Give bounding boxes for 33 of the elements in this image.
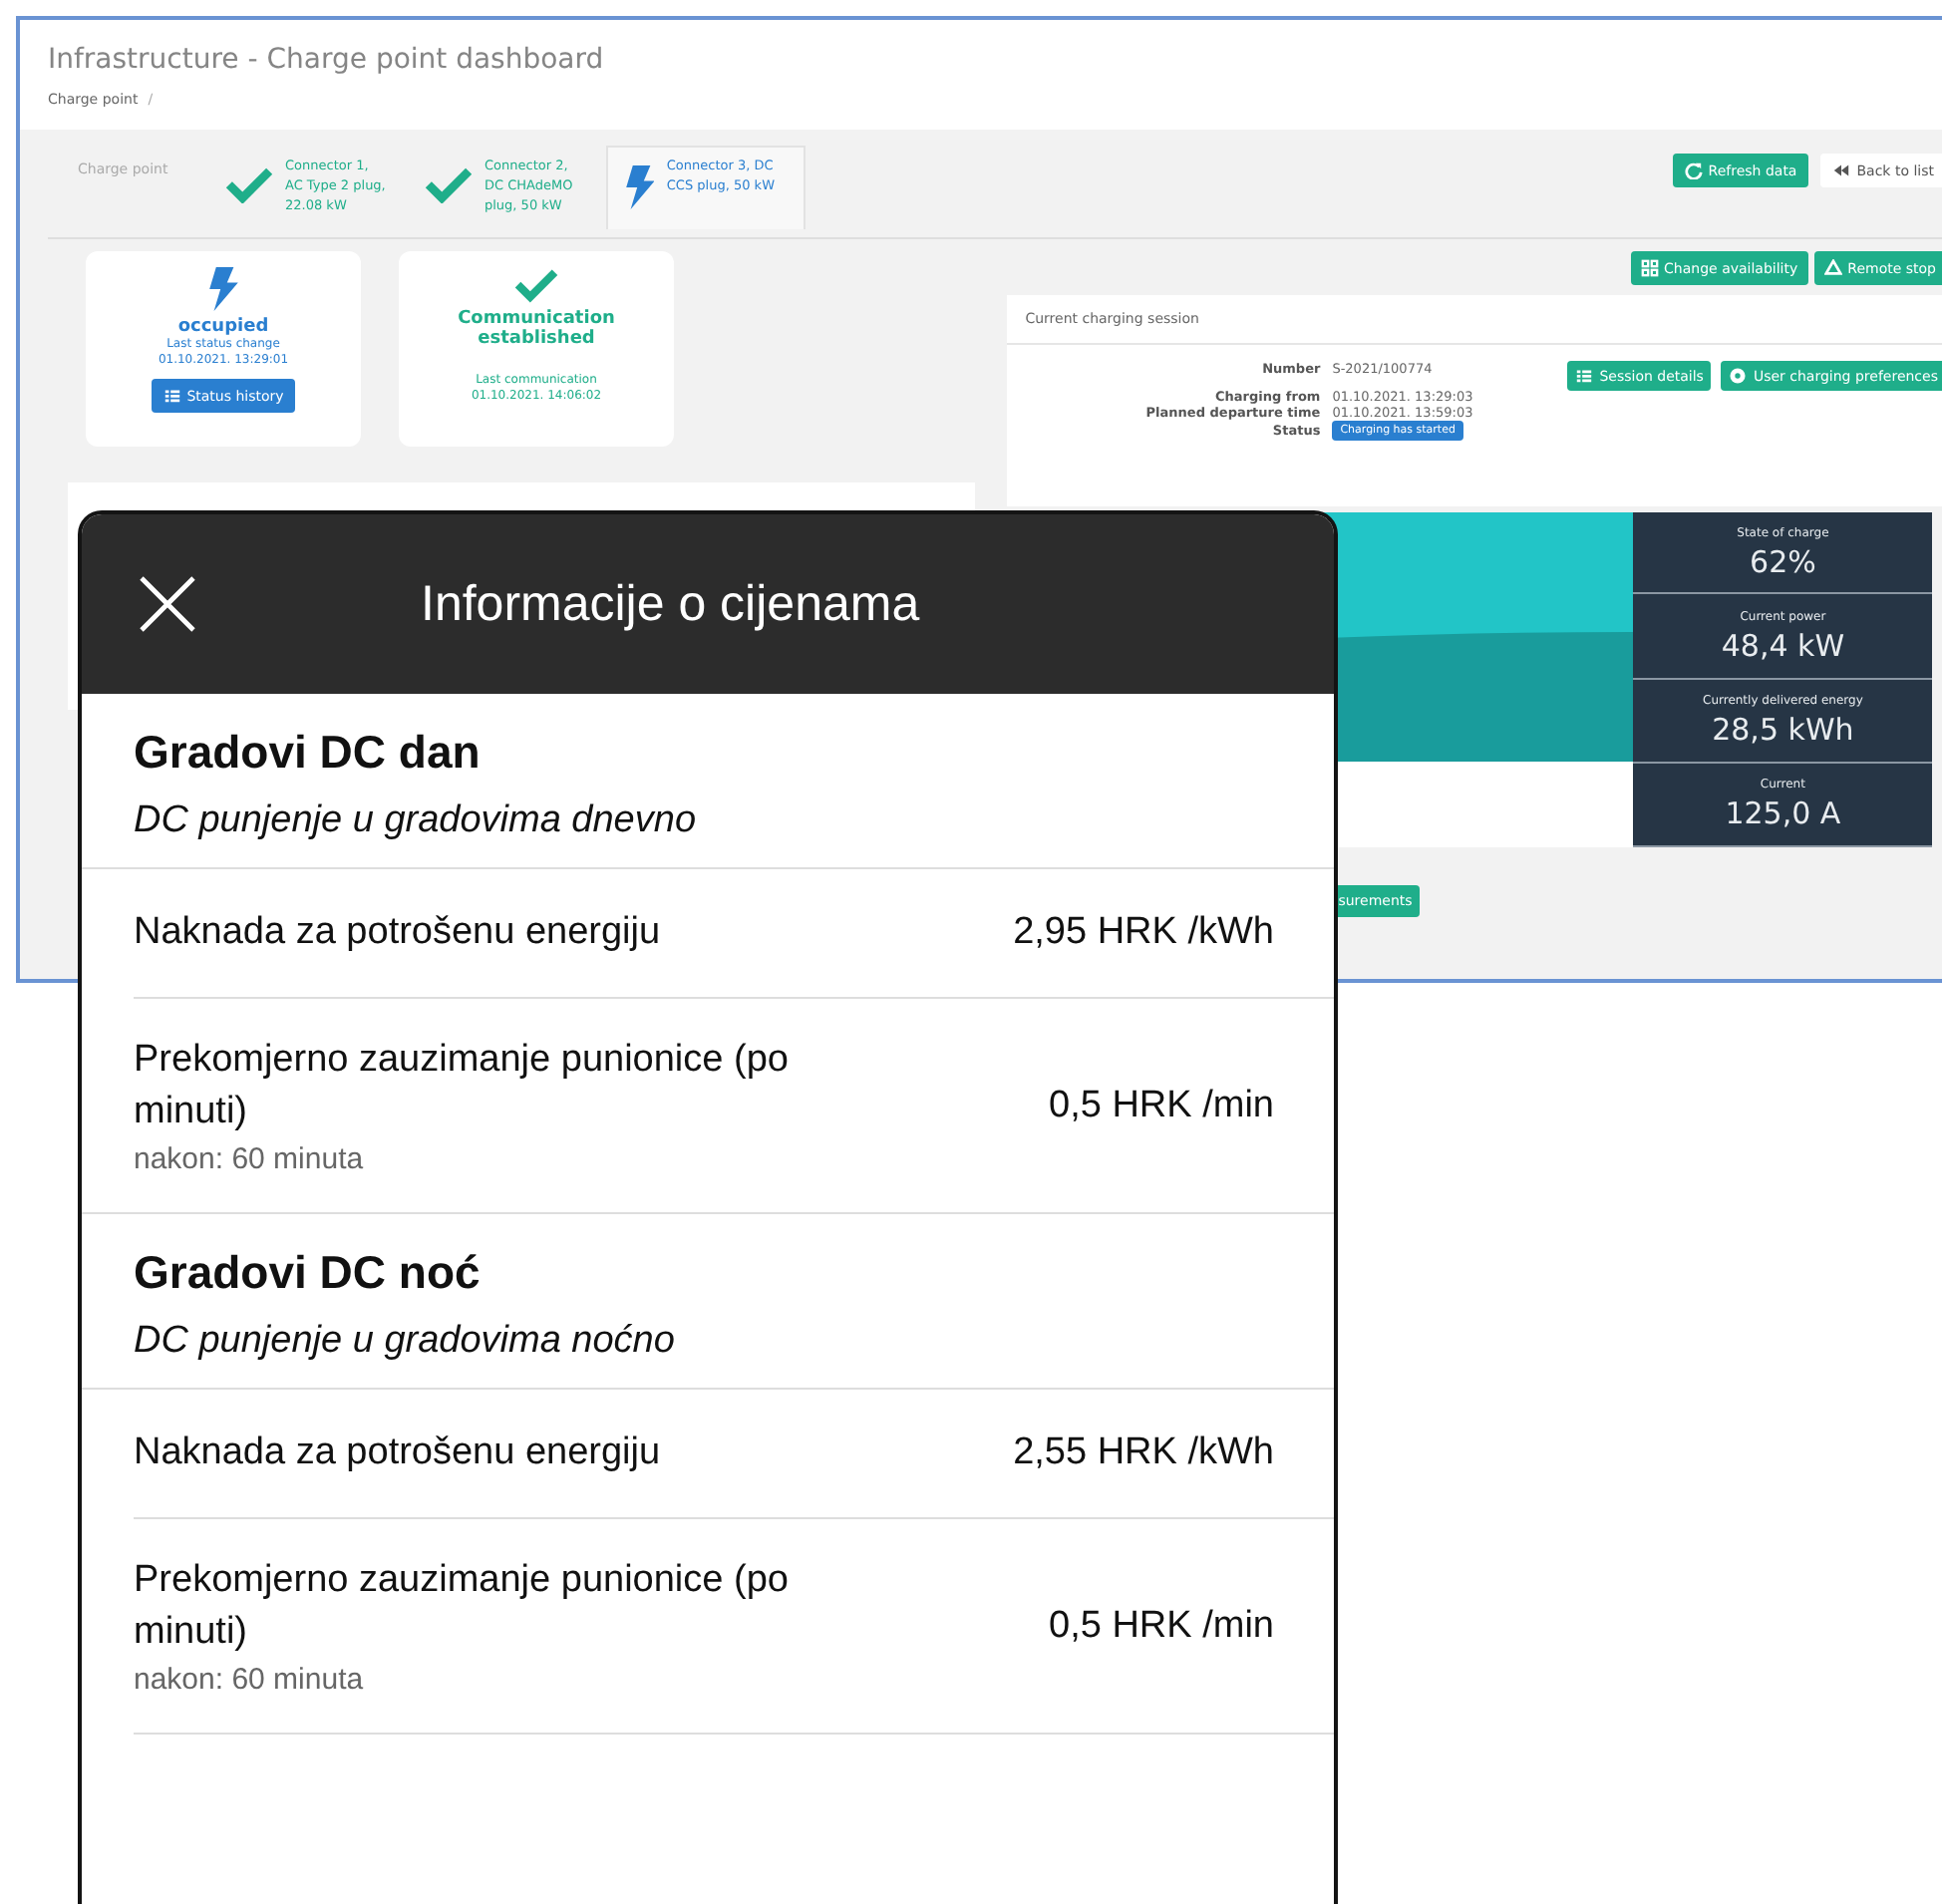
stat-value: 48,4 kW — [1721, 627, 1845, 664]
network-icon — [1640, 259, 1659, 277]
tariff-name: Gradovi DC dan — [134, 726, 483, 780]
fee-label: Naknada za potrošenu energiju — [134, 1429, 663, 1477]
fee-price: 0,5 HRK /min — [1049, 1084, 1274, 1127]
status-title: occupied — [177, 317, 269, 337]
fee-note: nakon: 60 minuta — [134, 1142, 366, 1176]
lightning-bolt-icon — [624, 165, 655, 209]
list-icon — [162, 387, 181, 405]
stat-value: 125,0 A — [1725, 795, 1841, 832]
fee-label: Naknada za potrošenu energiju — [134, 909, 663, 957]
check-icon — [225, 165, 273, 204]
fee-label: Prekomjerno zauzimanje punionice (po minuti) — [134, 1557, 791, 1657]
page-title: Infrastructure - Charge point dashboard — [48, 44, 604, 76]
check-icon — [514, 267, 558, 303]
stat-value: 28,5 kWh — [1712, 712, 1854, 749]
tariff-description: DC punjenje u gradovima dnevno — [134, 799, 699, 843]
fee-label: Prekomjerno zauzimanje punionice (po minuti) — [134, 1037, 791, 1136]
fee-price: 2,95 HRK /kWh — [1013, 911, 1274, 955]
tariff-name: Gradovi DC noć — [134, 1246, 483, 1300]
stat-value: 62% — [1750, 543, 1816, 580]
modal-title: Informacije o cijenama — [421, 575, 920, 633]
list-icon — [1575, 367, 1594, 385]
fee-price: 0,5 HRK /min — [1049, 1604, 1274, 1648]
double-left-arrow-icon — [1832, 161, 1851, 179]
close-icon[interactable] — [138, 574, 197, 634]
fee-price: 2,55 HRK /kWh — [1013, 1431, 1274, 1475]
tariff-description: DC punjenje u gradovima noćno — [134, 1320, 677, 1364]
status-title: Communication established — [456, 308, 617, 349]
refresh-icon — [1684, 161, 1703, 179]
fee-note: nakon: 60 minuta — [134, 1663, 366, 1697]
check-icon — [425, 165, 473, 204]
lightning-bolt-icon — [207, 267, 239, 311]
